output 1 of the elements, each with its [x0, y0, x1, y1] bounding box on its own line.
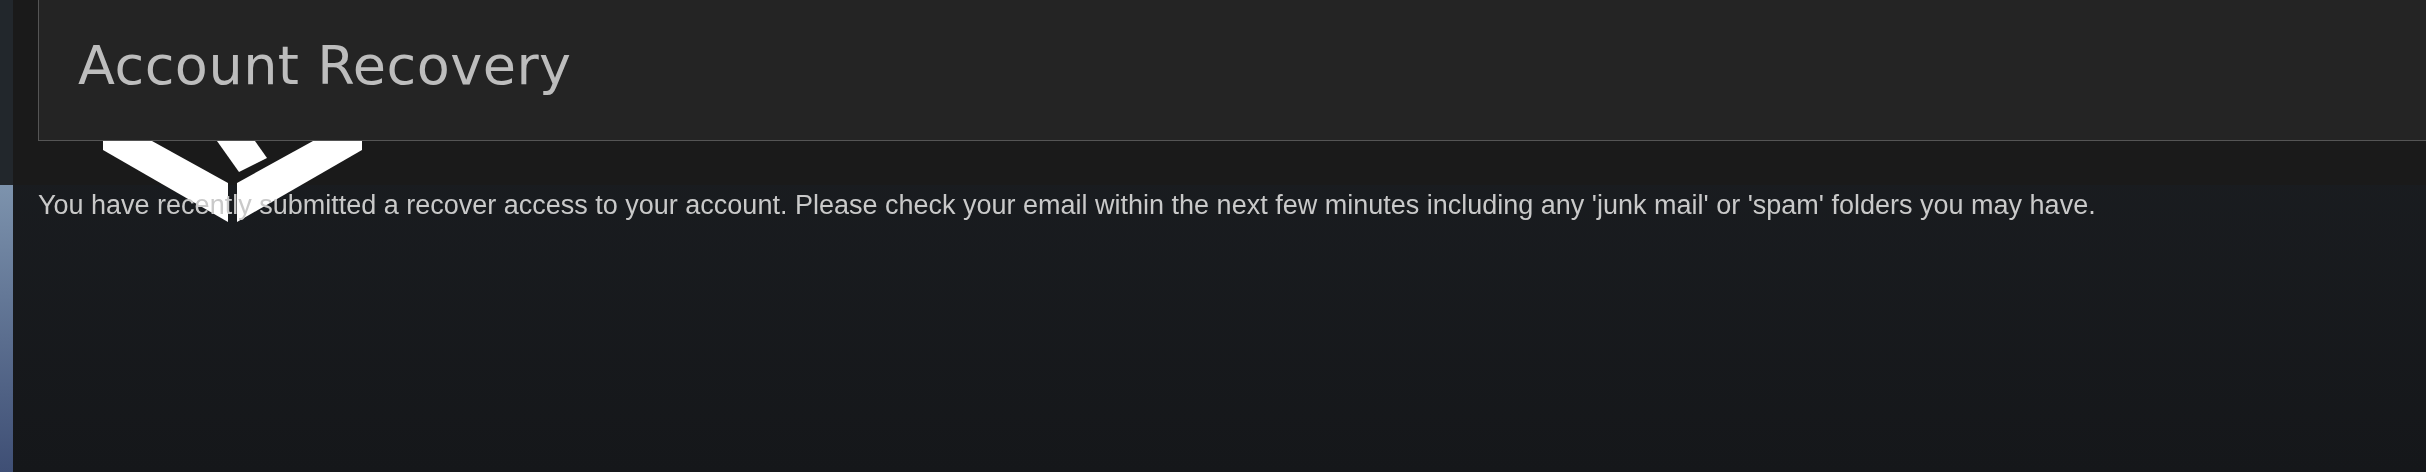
page-title: Account Recovery	[78, 39, 572, 99]
